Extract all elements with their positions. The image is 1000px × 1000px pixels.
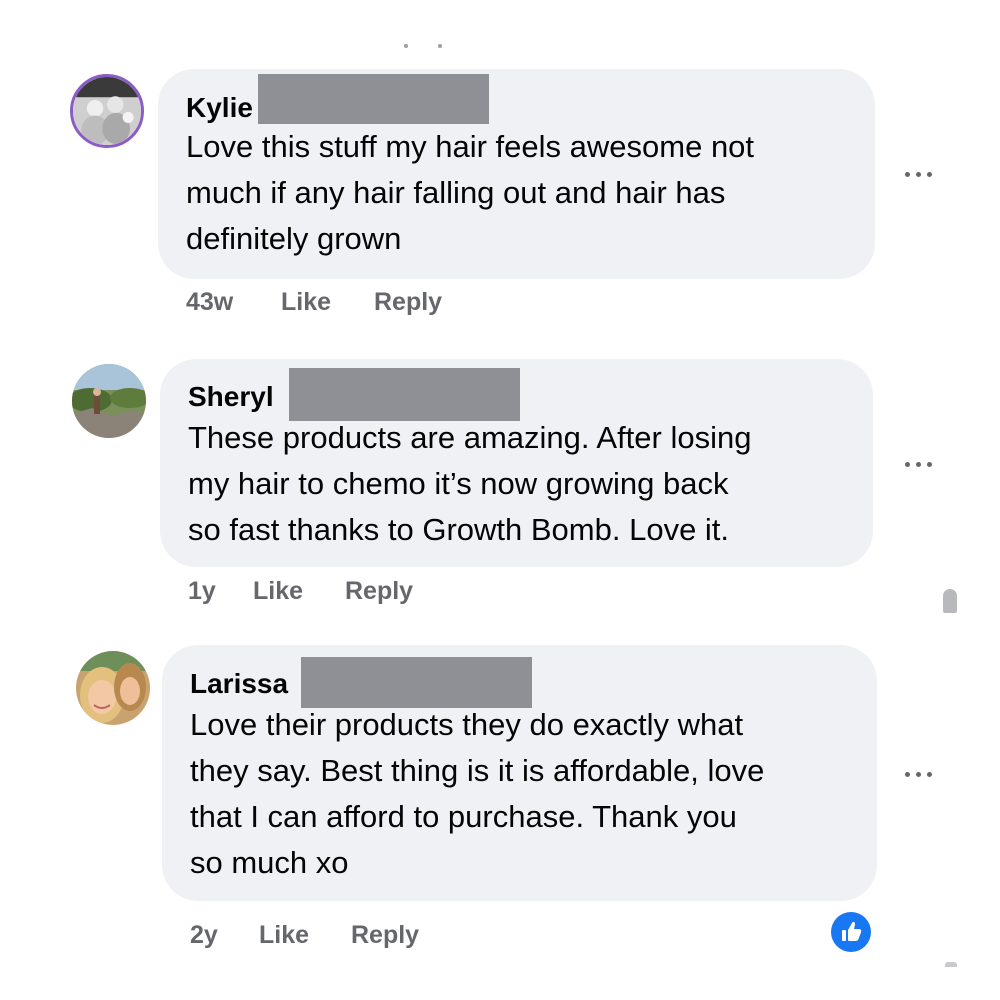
comment-timestamp[interactable]: 43w (186, 287, 233, 317)
previous-comment-fragment (404, 44, 442, 48)
comment-timestamp[interactable]: 1y (188, 576, 216, 606)
scrollbar-edge (945, 962, 957, 967)
comment-text-line: These products are amazing. After losing (188, 420, 752, 455)
comment-author[interactable]: Sheryl (188, 381, 274, 413)
like-button[interactable]: Like (281, 287, 331, 317)
avatar[interactable] (76, 651, 150, 725)
comment-text-line: definitely grown (186, 221, 402, 256)
more-options-icon[interactable] (905, 460, 935, 468)
redacted-name-block (258, 74, 489, 124)
avatar-photo-family-icon (73, 77, 141, 145)
comment-text-line: Love their products they do exactly what (190, 707, 744, 742)
comment-text-line: Love this stuff my hair feels awesome no… (186, 129, 755, 164)
avatar[interactable] (72, 364, 146, 438)
reply-button[interactable]: Reply (351, 920, 419, 950)
comment-text: Love this stuff my hair feels awesome no… (186, 124, 754, 262)
like-button[interactable]: Like (259, 920, 309, 950)
comment-author[interactable]: Larissa (190, 668, 288, 700)
comment-text-line: they say. Best thing is it is affordable… (190, 753, 765, 788)
more-options-icon[interactable] (905, 170, 935, 178)
comment-text: These products are amazing. After losing… (188, 415, 751, 553)
redacted-name-block (301, 657, 532, 708)
like-button[interactable]: Like (253, 576, 303, 606)
reply-button[interactable]: Reply (374, 287, 442, 317)
avatar-photo-selfie-icon (76, 651, 150, 725)
comment-author[interactable]: Kylie (186, 92, 253, 124)
avatar[interactable] (70, 74, 144, 148)
comment-text-line: much if any hair falling out and hair ha… (186, 175, 726, 210)
redacted-name-block (289, 368, 520, 421)
scrollbar-thumb[interactable] (943, 589, 957, 613)
reply-button[interactable]: Reply (345, 576, 413, 606)
avatar-photo-landscape-icon (72, 364, 146, 438)
like-reaction-icon[interactable] (831, 912, 871, 952)
comment-text-line: my hair to chemo it’s now growing back (188, 466, 729, 501)
comment-text: Love their products they do exactly what… (190, 702, 764, 886)
comment-text-line: so fast thanks to Growth Bomb. Love it. (188, 512, 730, 547)
more-options-icon[interactable] (905, 770, 935, 778)
comment-text-line: so much xo (190, 845, 349, 880)
comment-timestamp[interactable]: 2y (190, 920, 218, 950)
comment-text-line: that I can afford to purchase. Thank you (190, 799, 737, 834)
